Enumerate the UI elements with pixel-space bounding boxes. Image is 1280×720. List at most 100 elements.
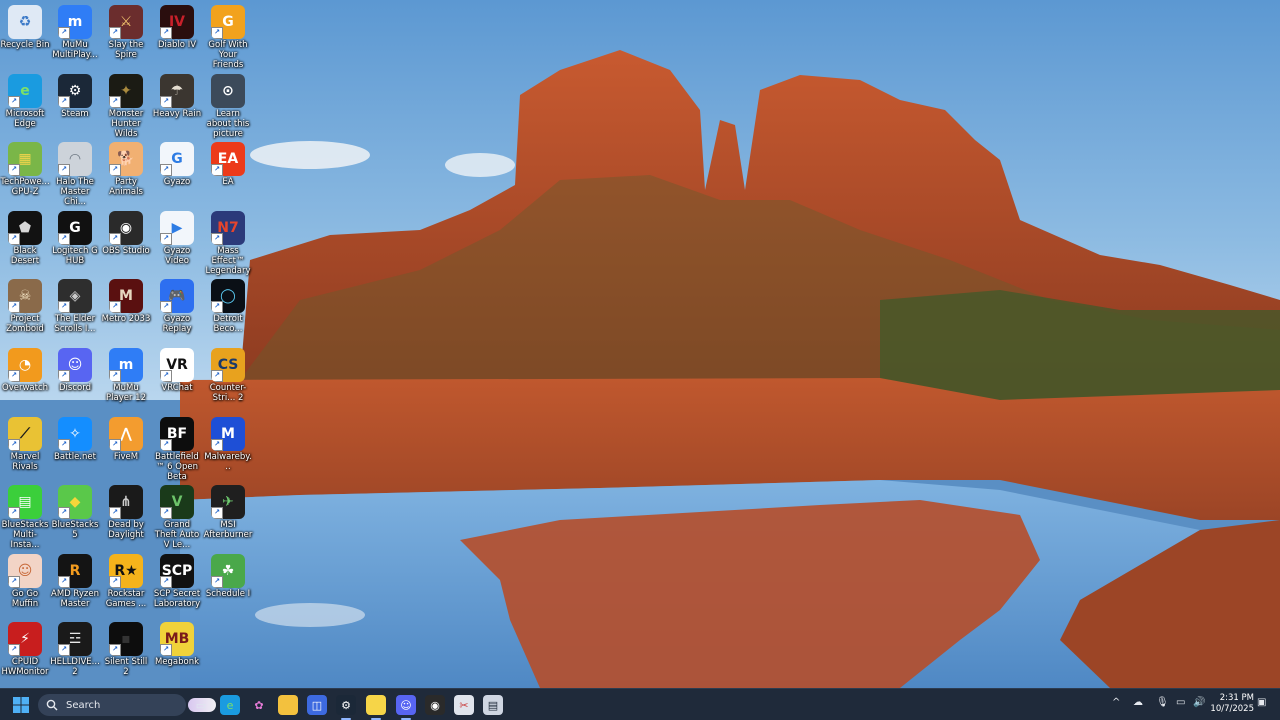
battle-net-icon: ✧ ↗: [58, 416, 92, 451]
shortcut-arrow-icon: ↗: [109, 438, 121, 451]
desktop-shortcut-label: VRChat: [161, 383, 193, 393]
desktop-shortcut[interactable]: m ↗ MuMu Player 12: [101, 345, 151, 413]
desktop-shortcut[interactable]: ⋔ ↗ Dead by Daylight: [101, 482, 151, 550]
desktop-shortcut[interactable]: BF ↗ Battlefield™ 6 Open Beta: [152, 414, 202, 482]
amd-ryzen-master-icon: R ↗: [58, 553, 92, 588]
desktop-shortcut-label: Go Go Muffin: [11, 588, 39, 609]
microphone-tray-icon[interactable]: 🎙: [1156, 697, 1169, 708]
desktop-shortcut[interactable]: G ↗ Golf With Your Friends: [203, 2, 253, 70]
desktop-shortcut[interactable]: ☂ ↗ Heavy Rain: [152, 71, 202, 139]
discord-taskbar-icon[interactable]: ☺: [396, 695, 416, 715]
file-explorer-taskbar-icon[interactable]: ▬: [278, 695, 298, 715]
desktop-shortcut[interactable]: R ↗ AMD Ryzen Master: [50, 551, 100, 619]
shortcut-arrow-icon: ↗: [211, 507, 223, 520]
desktop-shortcut[interactable]: SCP ↗ SCP Secret Laboratory: [152, 551, 202, 619]
schedule-i-icon: ☘ ↗: [211, 553, 245, 588]
desktop-shortcut[interactable]: ✈ ↗ MSI Afterburner: [203, 482, 253, 550]
icon-glyph: e: [20, 82, 30, 99]
notification-center-icon[interactable]: ▣: [1257, 697, 1266, 708]
slay-the-spire-icon: ⚔ ↗: [109, 5, 143, 39]
desktop-shortcut[interactable]: ◯ ↗ Detroit Beco...: [203, 276, 253, 344]
desktop-shortcut[interactable]: MB ↗ Megabonk: [152, 619, 202, 687]
desktop-shortcut[interactable]: M ↗ Metro 2033: [101, 276, 151, 344]
metro-2033-icon: M ↗: [109, 279, 143, 314]
dead-by-daylight-icon: ⋔ ↗: [109, 485, 143, 520]
bluestacks-multi-instance-icon: ▤ ↗: [8, 485, 42, 520]
icon-glyph: ⚔: [119, 14, 133, 30]
desktop-shortcut[interactable]: ⊙ Learn about this picture: [203, 71, 253, 139]
desktop-shortcut[interactable]: N7↗Mass Effect™ Legendary ...: [203, 208, 253, 286]
icon-glyph: M: [221, 425, 235, 442]
sticky-notes-taskbar-icon[interactable]: ▮: [366, 695, 386, 715]
desktop-shortcut[interactable]: ☺ ↗ Go Go Muffin: [0, 551, 50, 619]
shortcut-arrow-icon: ↗: [109, 232, 121, 245]
desktop-shortcut[interactable]: M ↗ Malwareby...: [203, 414, 253, 482]
microsoft-store-taskbar-icon[interactable]: ◫: [307, 695, 327, 715]
desktop-shortcut[interactable]: ☺ ↗ Discord: [50, 345, 100, 413]
desktop-shortcut[interactable]: CS ↗ Counter-Stri... 2: [203, 345, 253, 413]
recycle-bin-icon: ♻: [8, 5, 42, 39]
desktop-shortcut-label: Slay the Spire: [108, 40, 144, 60]
icon-glyph: ⋀: [120, 425, 132, 442]
shortcut-arrow-icon: ↗: [58, 95, 70, 108]
desktop-shortcut[interactable]: IV ↗ Diablo IV: [152, 2, 202, 70]
party-animals-icon: 🐕 ↗: [109, 142, 143, 177]
taskbar-search-box[interactable]: Search: [38, 694, 216, 716]
desktop-shortcut[interactable]: ◆ ↗ BlueStacks 5: [50, 482, 100, 550]
desktop-shortcut[interactable]: R★ ↗ Rockstar Games ...: [101, 551, 151, 619]
desktop-shortcut[interactable]: ◠ ↗ Halo The Master Chi...: [50, 139, 100, 207]
edge-taskbar-icon[interactable]: e: [220, 695, 240, 715]
icon-glyph: ◔: [18, 357, 32, 373]
desktop-shortcut[interactable]: m ↗ MuMu MultiPlay...: [50, 2, 100, 70]
desktop-shortcut[interactable]: ⟋ ↗ Marvel Rivals: [0, 414, 50, 482]
shortcut-arrow-icon: ↗: [160, 438, 172, 451]
steam-taskbar-icon[interactable]: ⚙: [336, 695, 356, 715]
desktop-shortcut[interactable]: ♻ Recycle Bin: [0, 2, 50, 70]
desktop-shortcut[interactable]: ▶ ↗ Gyazo Video: [152, 208, 202, 276]
desktop-shortcut[interactable]: ☠ ↗ Project Zomboid: [0, 276, 50, 344]
onedrive-tray-icon[interactable]: ☁: [1133, 697, 1143, 708]
desktop-shortcut[interactable]: ▪ ↗ Silent Still 2: [101, 619, 151, 687]
desktop-shortcut[interactable]: ☲ ↗ HELLDIVE... 2: [50, 619, 100, 687]
icon-glyph: ◆: [69, 494, 81, 511]
task-view-icon[interactable]: ▭: [191, 695, 211, 715]
desktop-shortcut[interactable]: ⚔ ↗ Slay the Spire: [101, 2, 151, 70]
desktop-shortcut[interactable]: ▦ ↗ TechPowe... GPU-Z: [0, 139, 50, 207]
system-clock[interactable]: 2:31 PM 10/7/2025: [1210, 693, 1254, 715]
start-button[interactable]: [11, 695, 31, 715]
desktop-shortcut[interactable]: ✧ ↗ Battle.net: [50, 414, 100, 482]
desktop-shortcut[interactable]: 🐕 ↗ Party Animals: [101, 139, 151, 207]
desktop-shortcut[interactable]: G ↗ Logitech G HUB: [50, 208, 100, 276]
icon-glyph: ⟋: [20, 425, 30, 442]
desktop-shortcut[interactable]: ✦ ↗ Monster Hunter Wilds: [101, 71, 151, 139]
shortcut-arrow-icon: ↗: [160, 644, 172, 657]
desktop-shortcut[interactable]: ☘ ↗ Schedule I: [203, 551, 253, 619]
app-window-taskbar-icon[interactable]: ▤: [483, 695, 503, 715]
obs-taskbar-icon[interactable]: ◉: [425, 695, 445, 715]
shortcut-arrow-icon: ↗: [8, 370, 20, 382]
shortcut-arrow-icon: ↗: [211, 232, 223, 245]
desktop-shortcut-label: MuMu Player 12: [106, 383, 146, 403]
copilot-taskbar-icon[interactable]: ✿: [249, 695, 269, 715]
network-tray-icon[interactable]: ▭: [1176, 697, 1185, 708]
snipping-tool-taskbar-icon[interactable]: ✂: [454, 695, 474, 715]
desktop-shortcut[interactable]: ◈ ↗ The Elder Scrolls I...: [50, 276, 100, 344]
show-hidden-icons-button[interactable]: ^: [1112, 697, 1120, 708]
desktop-shortcut[interactable]: ◉ ↗ OBS Studio: [101, 208, 151, 276]
shortcut-arrow-icon: ↗: [160, 575, 172, 588]
desktop-shortcut[interactable]: ⬟ ↗ Black Desert: [0, 208, 50, 276]
desktop-shortcut[interactable]: ◔ ↗ Overwatch: [0, 345, 50, 413]
desktop-shortcut[interactable]: e ↗ Microsoft Edge: [0, 71, 50, 139]
desktop-shortcut[interactable]: ⋀ ↗ FiveM: [101, 414, 151, 482]
desktop-shortcut[interactable]: ⚙ ↗ Steam: [50, 71, 100, 139]
desktop-shortcut[interactable]: EA ↗ EA: [203, 139, 253, 207]
desktop-shortcut[interactable]: VR ↗ VRChat: [152, 345, 202, 413]
desktop-shortcut[interactable]: V ↗ Grand Theft Auto V Le...: [152, 482, 202, 550]
counter-strike-2-icon: CS ↗: [211, 348, 245, 382]
desktop-shortcut[interactable]: ▤ ↗ BlueStacks Multi-Insta...: [0, 482, 50, 550]
desktop-shortcut[interactable]: 🎮 ↗ Gyazo Replay: [152, 276, 202, 344]
volume-tray-icon[interactable]: 🔊: [1193, 697, 1205, 708]
desktop-shortcut-label: OBS Studio: [102, 245, 150, 256]
desktop-shortcut[interactable]: G ↗ Gyazo: [152, 139, 202, 207]
desktop-shortcut[interactable]: ⚡ ↗ CPUID HWMonitor: [0, 619, 50, 687]
